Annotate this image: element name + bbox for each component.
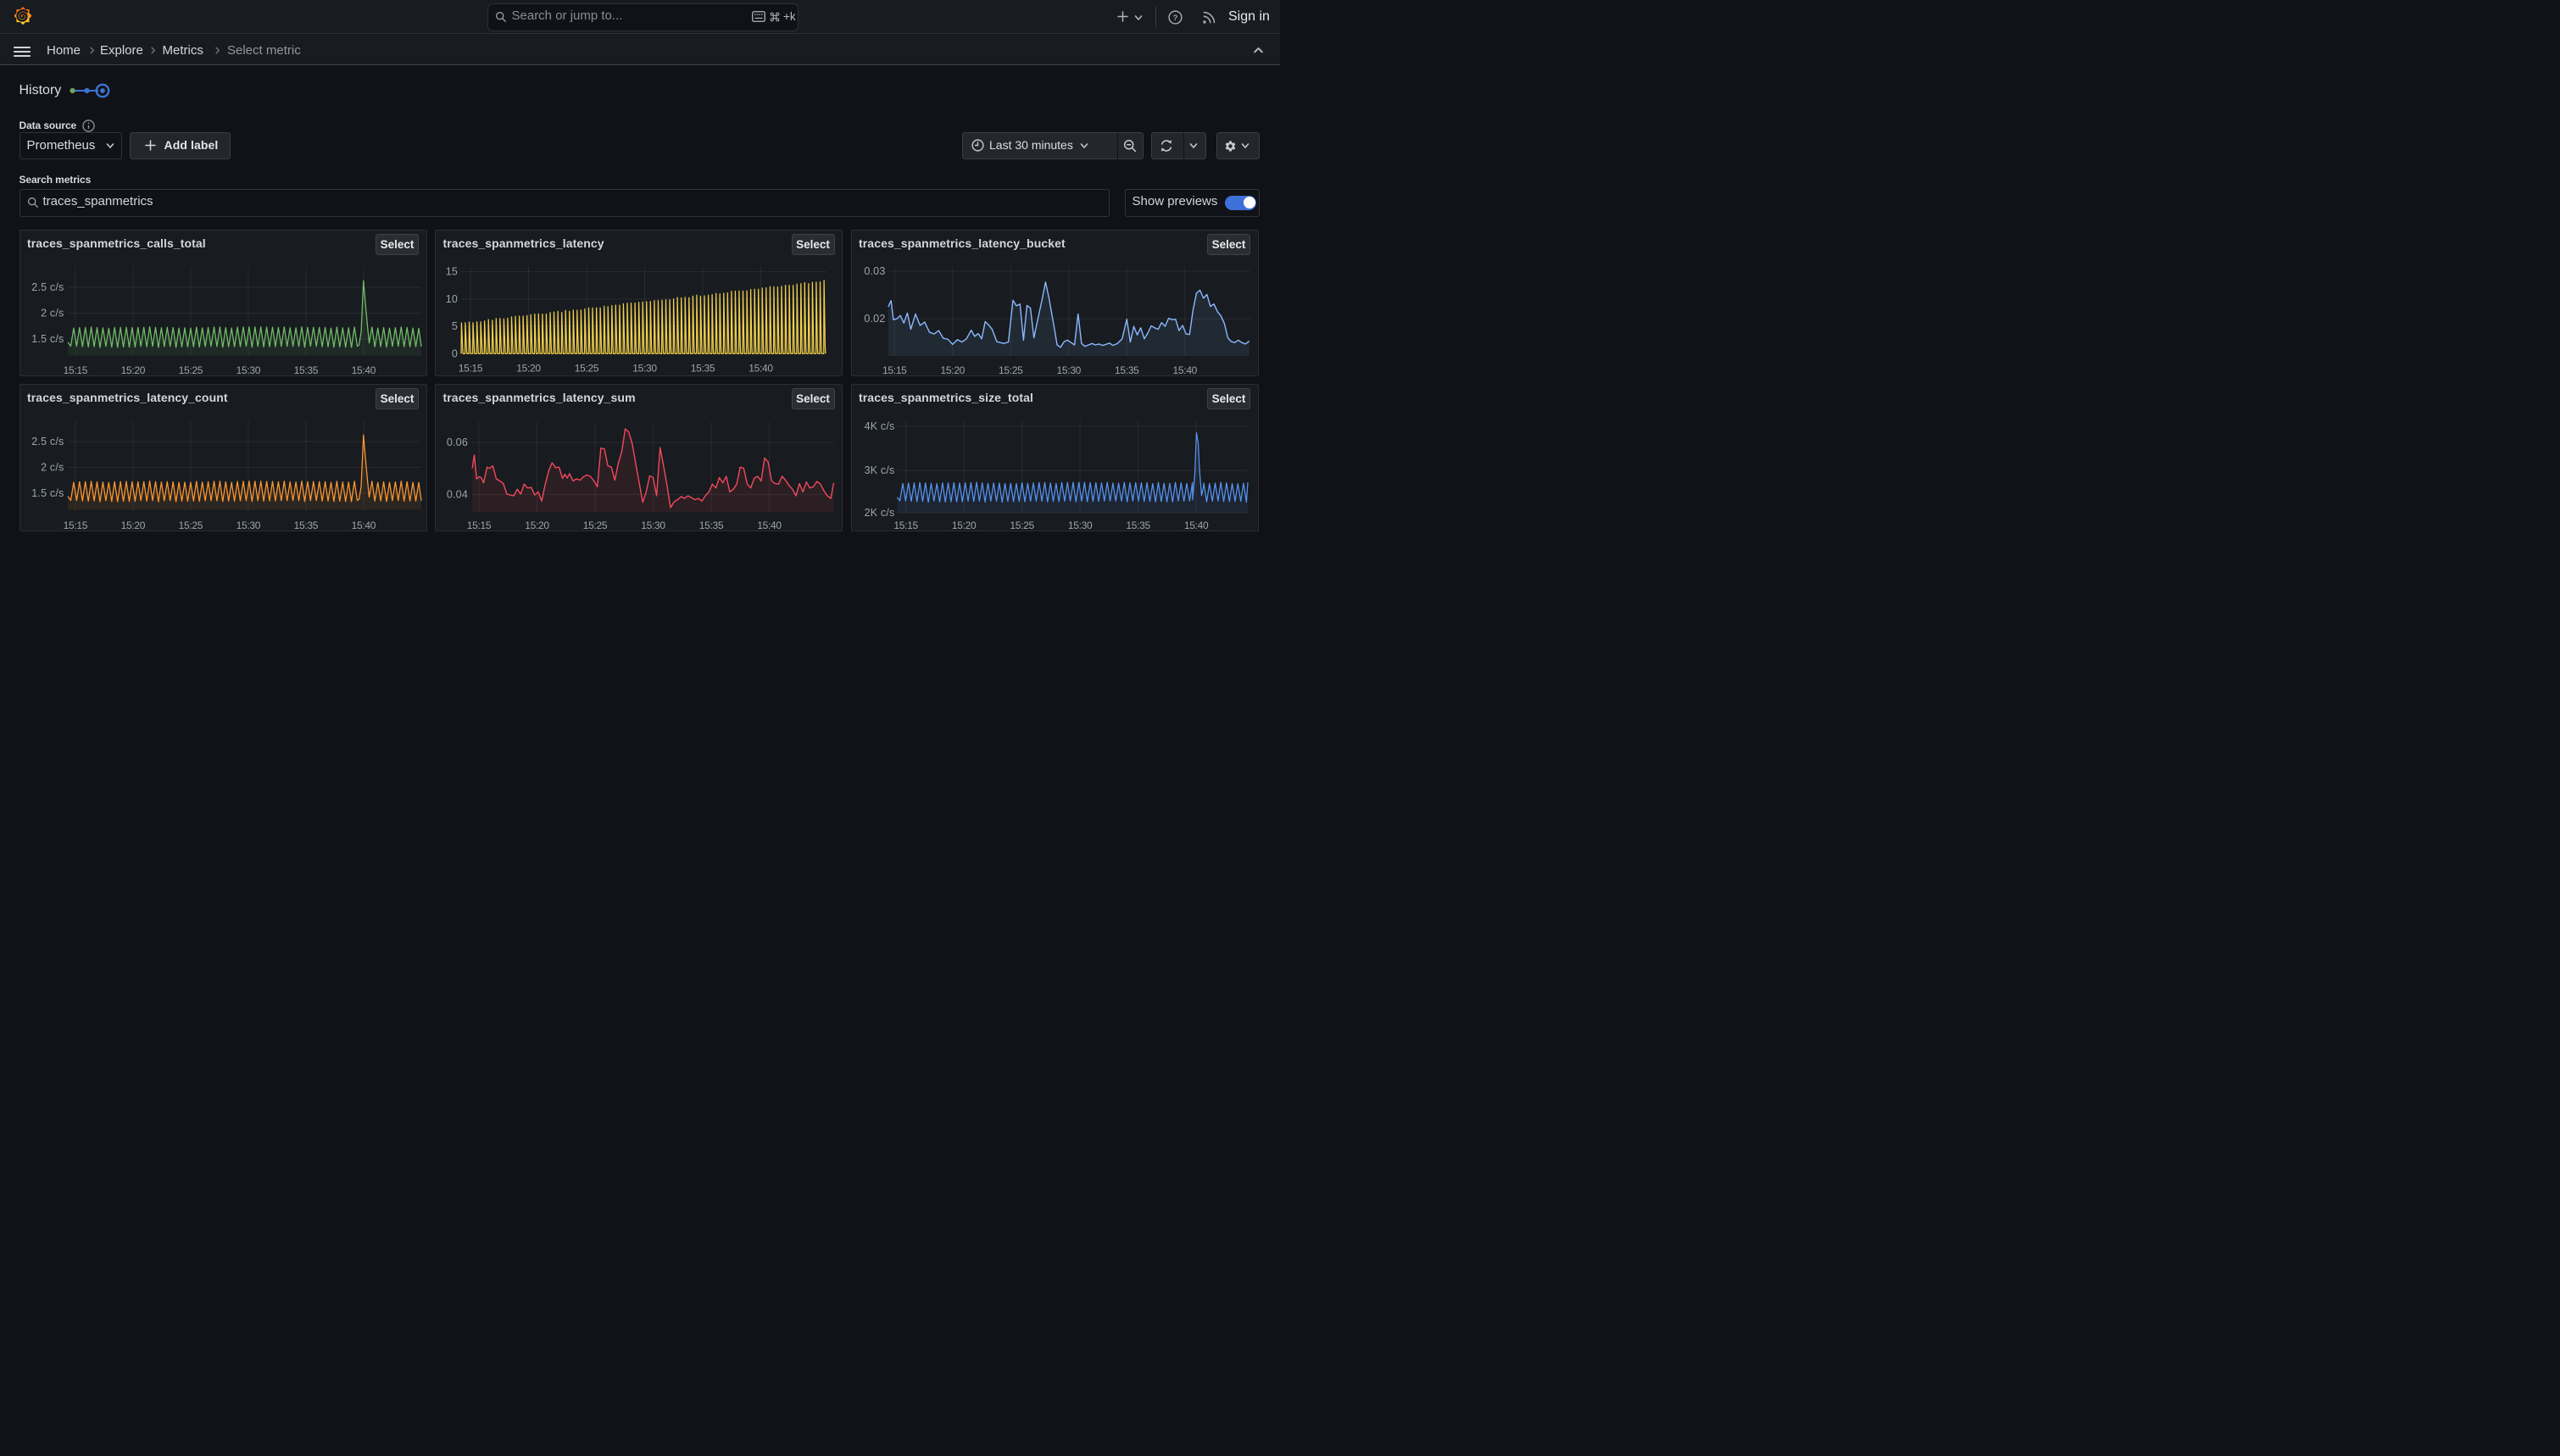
- svg-text:15:15: 15:15: [63, 520, 87, 531]
- svg-text:15:35: 15:35: [293, 364, 318, 376]
- svg-text:0.02: 0.02: [864, 313, 885, 325]
- svg-text:15:25: 15:25: [178, 364, 203, 376]
- svg-text:15:15: 15:15: [63, 364, 87, 376]
- svg-text:15:40: 15:40: [351, 364, 376, 376]
- svg-text:15:30: 15:30: [236, 520, 260, 531]
- svg-text:15:30: 15:30: [641, 520, 665, 531]
- svg-text:15: 15: [446, 265, 458, 277]
- svg-text:0.04: 0.04: [447, 488, 468, 500]
- svg-text:15:35: 15:35: [1115, 364, 1139, 376]
- svg-text:2 c/s: 2 c/s: [41, 307, 64, 319]
- svg-text:15:20: 15:20: [525, 520, 549, 531]
- svg-text:15:15: 15:15: [467, 520, 492, 531]
- svg-text:15:25: 15:25: [178, 520, 203, 531]
- svg-text:2.5 c/s: 2.5 c/s: [31, 281, 64, 293]
- svg-text:4K c/s: 4K c/s: [864, 420, 894, 432]
- svg-text:15:35: 15:35: [691, 362, 715, 374]
- svg-text:2K c/s: 2K c/s: [864, 507, 894, 519]
- svg-text:15:20: 15:20: [516, 362, 541, 374]
- svg-text:15:25: 15:25: [999, 364, 1023, 376]
- svg-text:15:30: 15:30: [1067, 520, 1092, 531]
- svg-text:1.5 c/s: 1.5 c/s: [31, 333, 64, 345]
- svg-text:15:40: 15:40: [757, 520, 782, 531]
- svg-text:1.5 c/s: 1.5 c/s: [31, 487, 64, 499]
- svg-text:15:20: 15:20: [120, 520, 145, 531]
- svg-text:15:25: 15:25: [575, 362, 599, 374]
- svg-text:15:15: 15:15: [459, 362, 483, 374]
- svg-text:2 c/s: 2 c/s: [41, 461, 64, 473]
- svg-text:15:30: 15:30: [1056, 364, 1081, 376]
- svg-text:0.03: 0.03: [864, 264, 885, 276]
- svg-text:3K c/s: 3K c/s: [864, 464, 894, 476]
- svg-text:15:30: 15:30: [632, 362, 657, 374]
- svg-text:15:25: 15:25: [583, 520, 608, 531]
- svg-text:15:20: 15:20: [951, 520, 976, 531]
- svg-text:15:40: 15:40: [1183, 520, 1208, 531]
- svg-text:5: 5: [452, 320, 458, 332]
- svg-text:15:20: 15:20: [120, 364, 145, 376]
- svg-text:15:35: 15:35: [1126, 520, 1150, 531]
- svg-text:15:20: 15:20: [940, 364, 965, 376]
- svg-text:15:25: 15:25: [1010, 520, 1034, 531]
- svg-text:0: 0: [452, 347, 458, 359]
- svg-text:15:15: 15:15: [882, 364, 907, 376]
- svg-text:15:40: 15:40: [749, 362, 773, 374]
- svg-text:15:40: 15:40: [351, 520, 376, 531]
- svg-text:15:35: 15:35: [699, 520, 724, 531]
- svg-text:15:40: 15:40: [1172, 364, 1197, 376]
- svg-text:15:15: 15:15: [893, 520, 918, 531]
- svg-text:0.06: 0.06: [447, 436, 468, 448]
- svg-text:15:35: 15:35: [293, 520, 318, 531]
- svg-text:15:30: 15:30: [236, 364, 260, 376]
- svg-text:10: 10: [446, 292, 458, 304]
- svg-text:?: ?: [1173, 14, 1178, 23]
- svg-text:2.5 c/s: 2.5 c/s: [31, 436, 64, 447]
